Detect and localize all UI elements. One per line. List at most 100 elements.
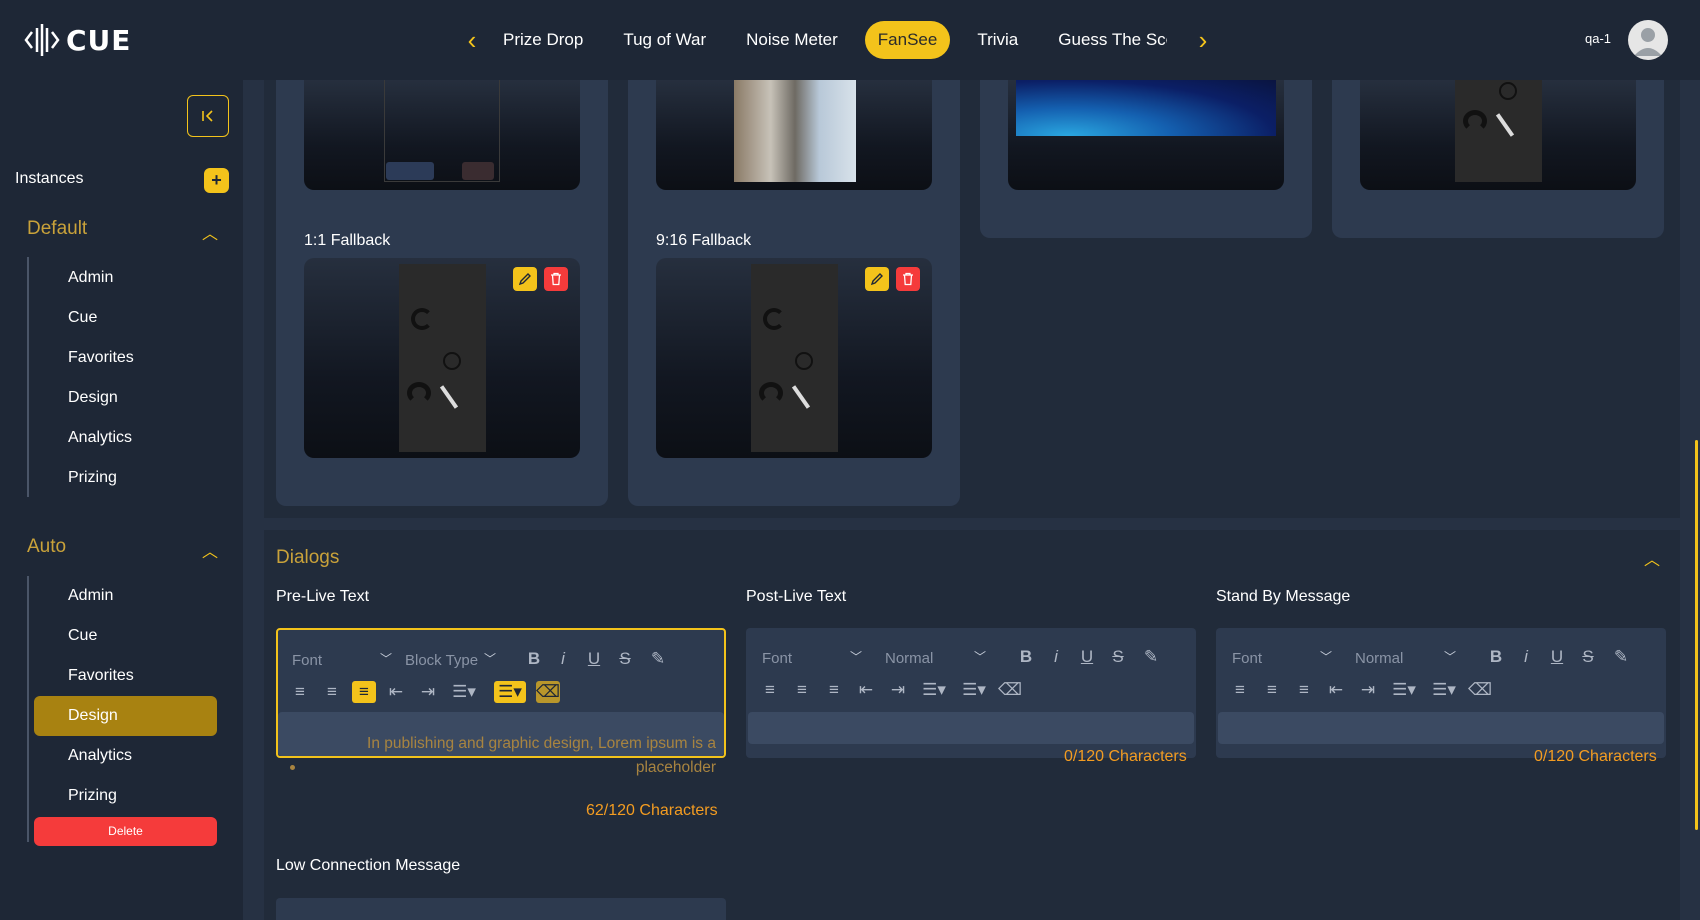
add-instance-button[interactable]: + [204, 168, 229, 193]
ordered-list-icon[interactable]: ☰▾ [448, 681, 480, 703]
ordered-list-icon[interactable]: ☰▾ [918, 679, 950, 701]
stand-by-char-count: 0/120 Characters [1534, 748, 1657, 765]
delete-fallback-9-16-button[interactable] [896, 267, 920, 291]
align-left-icon[interactable]: ≡ [288, 681, 312, 703]
bullet-list-icon[interactable]: ☰▾ [1428, 679, 1460, 701]
dialogs-title[interactable]: Dialogs [276, 547, 339, 569]
fallback-1-1-image[interactable] [304, 258, 580, 458]
fallback-9-16-image[interactable] [656, 258, 932, 458]
media-card-fourth [1332, 80, 1664, 238]
chevron-up-icon[interactable]: ︿ [200, 538, 220, 561]
default-item-design[interactable]: Design [34, 378, 217, 418]
align-right-icon[interactable]: ≡ [352, 681, 376, 703]
delete-fallback-1-1-button[interactable] [544, 267, 568, 291]
eraser-icon[interactable]: ⌫ [536, 681, 560, 703]
chevron-down-icon[interactable]: ﹀ [484, 650, 496, 667]
media-panel: 1:1 Fallback 9:16 Fallback [264, 80, 1680, 518]
default-item-cue[interactable]: Cue [34, 298, 217, 338]
highlight-pen-icon[interactable]: ✎ [1139, 646, 1163, 668]
chevron-down-icon[interactable]: ﹀ [1320, 648, 1332, 665]
block-type-select[interactable]: Normal [885, 650, 933, 667]
chevron-down-icon[interactable]: ﹀ [850, 648, 862, 665]
align-left-icon[interactable]: ≡ [1228, 679, 1252, 701]
pre-live-char-count: 62/120 Characters [586, 802, 718, 819]
font-select[interactable]: Font [1232, 650, 1262, 667]
indent-icon[interactable]: ⇥ [416, 681, 440, 703]
tab-noise-meter[interactable]: Noise Meter [733, 21, 851, 59]
cue-logo[interactable]: CUE [24, 22, 131, 58]
group-default-line [27, 257, 29, 497]
chevron-up-icon[interactable]: ︿ [1644, 546, 1660, 570]
edit-fallback-9-16-button[interactable] [865, 267, 889, 291]
tab-trivia[interactable]: Trivia [964, 21, 1031, 59]
outdent-icon[interactable]: ⇤ [854, 679, 878, 701]
strikethrough-icon[interactable]: S [1106, 646, 1130, 668]
font-select[interactable]: Font [292, 652, 322, 669]
auto-item-prizing[interactable]: Prizing [34, 776, 217, 816]
italic-icon[interactable]: i [1514, 646, 1538, 668]
italic-icon[interactable]: i [551, 648, 575, 670]
font-select[interactable]: Font [762, 650, 792, 667]
align-right-icon[interactable]: ≡ [822, 679, 846, 701]
edit-fallback-1-1-button[interactable] [513, 267, 537, 291]
align-right-icon[interactable]: ≡ [1292, 679, 1316, 701]
low-connection-editor[interactable] [276, 898, 726, 920]
eraser-icon[interactable]: ⌫ [998, 679, 1022, 701]
indent-icon[interactable]: ⇥ [886, 679, 910, 701]
auto-item-admin[interactable]: Admin [34, 576, 217, 616]
avatar[interactable] [1628, 20, 1668, 60]
italic-icon[interactable]: i [1044, 646, 1068, 668]
delete-instance-button[interactable]: Delete [34, 817, 217, 846]
eraser-icon[interactable]: ⌫ [1468, 679, 1492, 701]
tabs-prev-arrow-icon[interactable]: ‹ [462, 26, 482, 54]
underline-icon[interactable]: U [582, 648, 606, 670]
highlight-pen-icon[interactable]: ✎ [646, 648, 670, 670]
strikethrough-icon[interactable]: S [613, 648, 637, 670]
underline-icon[interactable]: U [1075, 646, 1099, 668]
default-item-analytics[interactable]: Analytics [34, 418, 217, 458]
highlight-pen-icon[interactable]: ✎ [1609, 646, 1633, 668]
bold-icon[interactable]: B [1014, 646, 1038, 668]
default-item-prizing[interactable]: Prizing [34, 458, 217, 498]
auto-item-cue[interactable]: Cue [34, 616, 217, 656]
outdent-icon[interactable]: ⇤ [384, 681, 408, 703]
chevron-down-icon[interactable]: ﹀ [380, 650, 392, 667]
align-center-icon[interactable]: ≡ [320, 681, 344, 703]
align-center-icon[interactable]: ≡ [1260, 679, 1284, 701]
strikethrough-icon[interactable]: S [1576, 646, 1600, 668]
tabs-next-arrow-icon[interactable]: › [1193, 26, 1213, 54]
underline-icon[interactable]: U [1545, 646, 1569, 668]
group-default-title[interactable]: Default [27, 218, 87, 240]
tab-tug-of-war[interactable]: Tug of War [610, 21, 719, 59]
outdent-icon[interactable]: ⇤ [1324, 679, 1348, 701]
chevron-down-icon[interactable]: ﹀ [974, 648, 986, 665]
align-center-icon[interactable]: ≡ [790, 679, 814, 701]
tab-prize-drop[interactable]: Prize Drop [490, 21, 596, 59]
auto-item-design[interactable]: Design [34, 696, 217, 736]
align-left-icon[interactable]: ≡ [758, 679, 782, 701]
auto-item-favorites[interactable]: Favorites [34, 656, 217, 696]
post-live-text-input[interactable] [748, 712, 1194, 744]
media-card-middle: 9:16 Fallback [628, 80, 960, 506]
tab-guess-the-score[interactable]: Guess The Score [1045, 21, 1167, 59]
bold-icon[interactable]: B [522, 648, 546, 670]
ordered-list-icon[interactable]: ☰▾ [1388, 679, 1420, 701]
block-type-select[interactable]: Block Type [405, 652, 478, 669]
block-type-select[interactable]: Normal [1355, 650, 1403, 667]
pre-live-text-input[interactable]: In publishing and graphic design, Lorem … [278, 712, 724, 776]
auto-item-analytics[interactable]: Analytics [34, 736, 217, 776]
bullet-list-icon[interactable]: ☰▾ [494, 681, 526, 703]
collapse-sidebar-button[interactable] [187, 95, 229, 137]
bold-icon[interactable]: B [1484, 646, 1508, 668]
indent-icon[interactable]: ⇥ [1356, 679, 1380, 701]
chevron-up-icon[interactable]: ︿ [200, 220, 220, 243]
chevron-down-icon[interactable]: ﹀ [1444, 648, 1456, 665]
default-item-favorites[interactable]: Favorites [34, 338, 217, 378]
tab-fansee[interactable]: FanSee [864, 21, 951, 59]
default-item-admin[interactable]: Admin [34, 258, 217, 298]
top-bar: CUE ‹ Prize Drop Tug of War Noise Meter … [0, 0, 1700, 80]
group-auto-title[interactable]: Auto [27, 536, 66, 558]
stand-by-text-input[interactable] [1218, 712, 1664, 744]
bullet-list-icon[interactable]: ☰▾ [958, 679, 990, 701]
page-scrollbar[interactable] [1695, 440, 1698, 830]
